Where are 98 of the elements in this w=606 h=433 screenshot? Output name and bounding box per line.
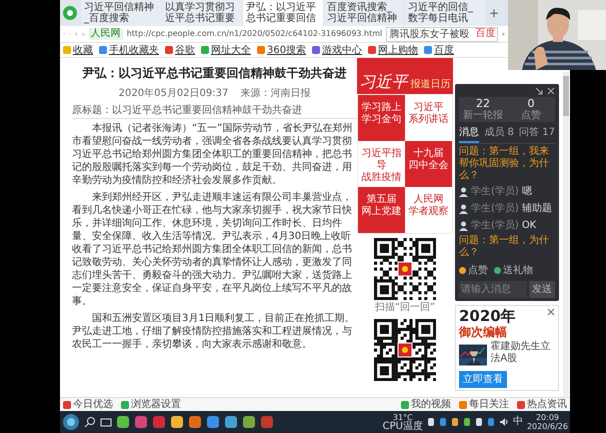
chat-action[interactable]: 送礼物 — [494, 263, 533, 278]
bookmark-icon — [368, 46, 376, 54]
topic-tile[interactable]: 十九届 四中全会 — [405, 141, 452, 187]
chat-message: 问题：第一组，我来帮你巩固测验，为什么？ — [459, 146, 550, 182]
chat-action[interactable]: 点赞 — [459, 263, 488, 278]
chat-tab[interactable]: 消息 — [459, 124, 479, 143]
chat-message: 辅助题 — [522, 202, 552, 216]
app-icon[interactable] — [206, 415, 220, 429]
task-view-icon[interactable] — [100, 416, 112, 428]
chat-message: 嗯 — [522, 185, 532, 199]
article-paragraph: 来到郑州经开区，尹弘走进顺丰速运有限公司丰巢营业点，看到几名快递小哥正在忙碌，他与大家亲切握手，祝大家节日快乐，并详细询问工作、休息环境，关切询问工作时长、日均件量、安全保障、收入生活等情况。尹弘表示，4月30日晚上收听收看了习近平总书记给郑州圆方集团全体职工回信的新闻，总书记致敬劳动、关心关怀劳动者的真挚情怀让人感动，更激发了同志们埋头苦干、勇毅奋斗的强大动力。尹弘嘱咐大家，送货路上一定要注意安全，保证自身平安，在平凡岗位上续写不平凡的故事。 — [72, 191, 353, 308]
view-now-button[interactable]: 立即查看 — [459, 371, 507, 388]
status-icon — [121, 400, 129, 408]
bookmark[interactable]: 360搜索 — [257, 42, 306, 58]
article-subtitle: 原标题：以习近平总书记重要回信精神鼓干劲共奋进 — [72, 103, 357, 119]
chat-message: OK — [522, 219, 536, 233]
stat-label: 点赞 — [520, 110, 542, 122]
new-tab-button[interactable]: + — [486, 0, 502, 26]
avatar-icon — [459, 204, 468, 214]
status-icon — [63, 400, 71, 408]
qr-code — [374, 319, 436, 381]
search-engine-label: 百度 — [475, 28, 496, 40]
bookmark[interactable]: 谷歌 — [165, 42, 195, 58]
stat-value: 0 — [528, 97, 536, 110]
banner-logo: 习近平 — [360, 72, 408, 92]
status-icon — [401, 400, 409, 408]
chat-tab[interactable]: 问答 17 — [519, 124, 555, 143]
temperature-label: CPU温度 — [382, 422, 423, 432]
input-method-indicator[interactable]: 中 — [512, 417, 523, 427]
bookmark[interactable]: 网上购物 — [368, 42, 418, 58]
qr-code — [374, 238, 436, 300]
app-icon[interactable] — [134, 415, 148, 429]
browser-tab[interactable]: 尹弘：以习近平总书记重要回信 — [243, 0, 323, 26]
close-icon[interactable] — [547, 87, 555, 95]
app-icon[interactable] — [224, 415, 238, 429]
bookmark[interactable]: 游戏中心 — [312, 42, 362, 58]
browser-tab[interactable]: 习近平的回信_数字每日电讯 — [405, 0, 485, 26]
app-icon[interactable] — [116, 415, 130, 429]
site-badge: 人民网 — [88, 28, 123, 40]
banner-subtitle: 报道日历 — [410, 78, 450, 92]
bookmark[interactable]: 收藏 — [63, 42, 93, 58]
status-icon — [517, 400, 525, 408]
temperature-text: 31°C — [392, 412, 413, 422]
ad-headline: 2020年 — [459, 308, 516, 325]
status-link[interactable]: 我的视频 — [401, 397, 451, 412]
article-meta: 2020年05月02日09:37 — [118, 87, 228, 101]
article-paragraph: 本报讯（记者张海涛）“五一”国际劳动节，省长尹弘在郑州市看望慰问奋战一线劳动者，强调全省各条战线要认真学习贯彻习近平总书记给郑州圆方集团全体职工的重要回信精神，把总书记的殷殷嘱托落实到每一个劳动岗位，鼓足干劲、共同奋进，用辛勤劳动为疫情防控和经济社会发展多作贡献。 — [72, 122, 354, 187]
browser-tab[interactable]: 以真学习贯彻习近平总书记重要 — [162, 0, 242, 26]
article-meta: 来源：河南日报 — [240, 86, 310, 101]
status-link[interactable]: 热点资讯 — [517, 397, 567, 412]
chat-message: 问题：第一组，为什么？ — [459, 235, 550, 259]
clock-date: 2020/6/26 — [526, 422, 568, 431]
search-field[interactable]: 腾讯股东女子被殴 百度 — [386, 26, 498, 42]
bookmark[interactable]: 百度 — [424, 42, 454, 58]
minimize-icon[interactable] — [535, 87, 543, 95]
message-input[interactable]: 请输入消息 — [459, 281, 527, 298]
avatar-icon — [459, 186, 468, 196]
app-icon[interactable] — [170, 415, 184, 429]
app-icon[interactable] — [242, 415, 256, 429]
topic-tile[interactable]: 学习路上 学习金句 — [358, 95, 405, 141]
send-button[interactable]: 发送 — [529, 281, 555, 298]
chat-tab[interactable]: 成员 8 — [484, 124, 514, 143]
status-icon — [459, 400, 467, 408]
stat-label: 新一轮报 — [462, 110, 504, 122]
ad-subline: 御次编幅 — [459, 325, 508, 339]
topic-tile[interactable]: 第五届 网上党建 — [358, 187, 405, 233]
volume-icon[interactable] — [498, 417, 509, 427]
bookmark[interactable]: 网址大全 — [201, 42, 251, 58]
avatar-icon — [459, 220, 468, 230]
status-link[interactable]: 每日关注 — [459, 397, 509, 412]
bookmark-icon — [257, 46, 265, 54]
bookmark-icon — [312, 46, 320, 54]
status-link[interactable]: 今日优选 — [63, 397, 113, 412]
url-text[interactable]: http://cpc.people.com.cn/n1/2020/0502/c64102-31696093.html — [126, 28, 382, 40]
close-icon[interactable] — [547, 308, 555, 316]
user-name: 学生(学员) — [471, 202, 519, 216]
search-icon[interactable] — [84, 416, 96, 428]
bookmark-icon — [99, 46, 107, 54]
app-icon[interactable] — [188, 415, 202, 429]
status-link[interactable]: 浏览器设置 — [121, 397, 181, 412]
article-paragraph: 国和五洲安置区项目3月1日顺利复工，目前正在抢抓工期。尹弘走进工地，仔细了解疫情防控措施落实和工程进展情况，与农民工一一握手，亲切攀谈，向大家表示感谢和敬意。 — [72, 312, 356, 351]
user-name: 学生(学员) — [471, 184, 519, 199]
bookmark-icon — [63, 46, 71, 54]
qr-caption: 扫描“回一回” — [374, 300, 436, 315]
ad-caption: 霍建勋先生立法A股 — [490, 341, 552, 366]
article-title: 尹弘：以习近平总书记重要回信精神鼓干劲共奋进 — [81, 65, 348, 82]
user-name: 学生(学员) — [471, 218, 519, 233]
browser-tab[interactable]: 习近平回信精神_百度搜索 — [81, 0, 161, 26]
calendar-banner[interactable]: 习近平 报道日历 — [357, 58, 453, 94]
bookmark-icon — [201, 46, 209, 54]
bookmark-icon — [424, 46, 432, 54]
bookmark[interactable]: 手机收藏夹 — [99, 42, 159, 58]
browser-tab[interactable]: 百度资讯搜索_习近平回信精神 — [324, 0, 404, 26]
clock-time: 20:09 — [534, 413, 560, 422]
scrollbar[interactable] — [563, 72, 569, 397]
bookmark-icon — [165, 46, 173, 54]
stat-value: 22 — [475, 97, 491, 110]
start-icon[interactable] — [62, 413, 80, 431]
